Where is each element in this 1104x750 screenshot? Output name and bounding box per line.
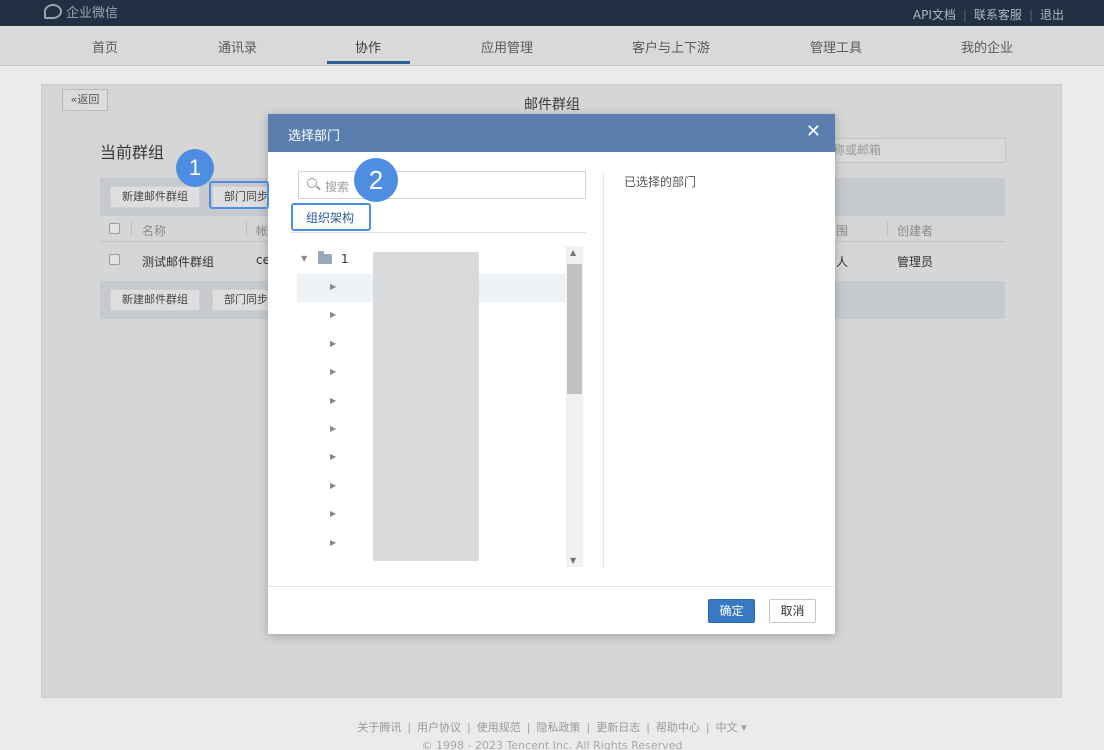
footer-link-about[interactable]: 关于腾讯 xyxy=(357,721,401,734)
marker-2-highlight xyxy=(291,203,371,231)
nav-item-collaboration[interactable]: 协作 xyxy=(355,37,381,56)
tree-scrollbar[interactable]: ▲ ▼ xyxy=(566,246,583,567)
select-department-dialog: 选择部门 ✕ 搜索 组织架构 ▼ 1 ▶ ▶ ▶ ▶ ▶ ▶ ▶ ▶ ▶ 站 ▶… xyxy=(268,114,835,634)
tree-root-label: 1 xyxy=(341,252,349,266)
expand-down-icon[interactable]: ▼ xyxy=(301,254,307,263)
dialog-header: 选择部门 ✕ xyxy=(268,114,835,152)
nav-item-management-tools[interactable]: 管理工具 xyxy=(810,37,862,56)
marker-1-badge: 1 xyxy=(176,149,214,187)
dept-tree: ▼ 1 ▶ ▶ ▶ ▶ ▶ ▶ ▶ ▶ ▶ 站 ▶ xyxy=(297,246,585,568)
dept-search-input[interactable]: 搜索 xyxy=(298,171,586,199)
api-docs-link[interactable]: API文档 xyxy=(913,8,956,22)
tab-divider xyxy=(290,232,586,233)
redacted-block xyxy=(373,252,479,561)
nav-item-app-management[interactable]: 应用管理 xyxy=(481,37,533,56)
language-select[interactable]: 中文 ▾ xyxy=(716,721,747,734)
expand-right-icon[interactable]: ▶ xyxy=(330,452,336,461)
dept-search-placeholder: 搜索 xyxy=(325,180,350,194)
expand-right-icon[interactable]: ▶ xyxy=(330,396,336,405)
expand-right-icon[interactable]: ▶ xyxy=(330,282,336,291)
section-title: 当前群组 xyxy=(100,143,165,162)
footer-link-rules[interactable]: 使用规范 xyxy=(477,721,521,734)
nav-item-contacts[interactable]: 通讯录 xyxy=(218,37,257,56)
folder-icon xyxy=(318,251,332,264)
footer-link-changelog[interactable]: 更新日志 xyxy=(596,721,640,734)
selected-depts-title: 已选择的部门 xyxy=(624,175,697,189)
col-header-account: 帐 xyxy=(256,224,269,238)
footer-link-terms[interactable]: 用户协议 xyxy=(417,721,461,734)
footer-link-privacy[interactable]: 隐私政策 xyxy=(536,721,580,734)
col-header-name: 名称 xyxy=(142,224,167,238)
group-search-input[interactable]: 称或邮箱 xyxy=(820,138,1006,163)
col-header-creator: 创建者 xyxy=(897,224,934,238)
expand-right-icon[interactable]: ▶ xyxy=(330,367,336,376)
row-checkbox[interactable] xyxy=(109,254,120,265)
expand-right-icon[interactable]: ▶ xyxy=(330,339,336,348)
new-group-button-bottom[interactable]: 新建邮件群组 xyxy=(110,289,200,311)
main-nav: 首页 通讯录 协作 应用管理 客户与上下游 管理工具 我的企业 xyxy=(0,26,1104,66)
wecom-logo-icon xyxy=(44,4,62,19)
expand-right-icon[interactable]: ▶ xyxy=(330,509,336,518)
expand-right-icon[interactable]: ▶ xyxy=(330,424,336,433)
nav-active-indicator xyxy=(327,61,410,64)
marker-2-badge: 2 xyxy=(354,158,398,202)
col-header-scope: 围 xyxy=(836,224,849,238)
search-icon xyxy=(307,178,317,188)
row-creator: 管理员 xyxy=(897,255,934,269)
scroll-thumb[interactable] xyxy=(567,264,582,394)
page-title: 邮件群组 xyxy=(524,97,580,113)
nav-item-home[interactable]: 首页 xyxy=(92,37,118,56)
row-name: 测试邮件群组 xyxy=(142,255,215,269)
confirm-button[interactable]: 确定 xyxy=(708,599,755,623)
logo-text: 企业微信 xyxy=(66,6,119,21)
dialog-title: 选择部门 xyxy=(288,129,341,144)
expand-right-icon[interactable]: ▶ xyxy=(330,538,336,547)
logout-link[interactable]: 退出 xyxy=(1040,8,1064,22)
footer-links: 关于腾讯 | 用户协议 | 使用规范 | 隐私政策 | 更新日志 | 帮助中心 | 中文 ▾ xyxy=(357,721,747,734)
contact-support-link[interactable]: 联系客服 xyxy=(974,8,1022,22)
expand-right-icon[interactable]: ▶ xyxy=(330,481,336,490)
top-bar: 企业微信 API文档 | 联系客服 | 退出 xyxy=(0,0,1104,26)
cancel-button[interactable]: 取消 xyxy=(769,599,816,623)
nav-item-my-company[interactable]: 我的企业 xyxy=(961,37,1013,56)
expand-right-icon[interactable]: ▶ xyxy=(330,310,336,319)
footer-divider xyxy=(268,586,835,587)
nav-item-customers[interactable]: 客户与上下游 xyxy=(632,37,710,56)
row-scope: 人 xyxy=(836,255,849,269)
scroll-up-icon[interactable]: ▲ xyxy=(570,248,576,257)
copyright: © 1998 - 2023 Tencent Inc. All Rights Re… xyxy=(421,739,683,750)
scroll-down-icon[interactable]: ▼ xyxy=(570,556,576,565)
new-group-button[interactable]: 新建邮件群组 xyxy=(110,186,200,208)
top-links: API文档 | 联系客服 | 退出 xyxy=(912,8,1064,22)
close-icon[interactable]: ✕ xyxy=(806,122,821,142)
logo: 企业微信 xyxy=(44,2,118,21)
select-all-checkbox[interactable] xyxy=(109,223,120,234)
footer-link-help[interactable]: 帮助中心 xyxy=(656,721,700,734)
column-divider xyxy=(603,172,604,568)
marker-1-highlight xyxy=(209,181,269,209)
